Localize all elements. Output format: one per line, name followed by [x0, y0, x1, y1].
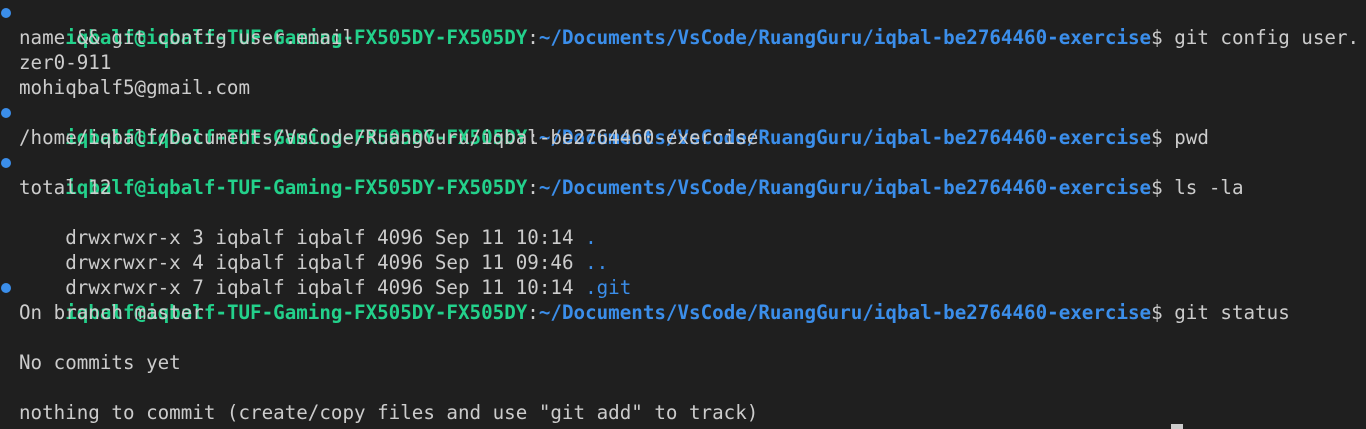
prompt-line: iqbalf@iqbalf-TUF-Gaming-FX505DY-FX505DY… — [19, 275, 1290, 324]
prompt-symbol: $ — [1151, 301, 1163, 324]
prompt-symbol: $ — [1151, 126, 1163, 149]
command-decoration-icon[interactable] — [1, 108, 11, 118]
prompt-symbol: $ — [1151, 26, 1163, 49]
prompt-separator: : — [527, 176, 539, 199]
output-line: mohiqbalf5@gmail.com — [19, 76, 251, 99]
command-text: git status — [1162, 301, 1290, 324]
command-text: ls -la — [1162, 176, 1244, 199]
prompt-separator: : — [527, 301, 539, 324]
prompt-user-host: iqbalf@iqbalf-TUF-Gaming-FX505DY-FX505DY — [65, 176, 528, 199]
command-text: git config user. — [1162, 26, 1360, 49]
command-text-wrapped: name && git config user.email — [19, 26, 355, 49]
command-decoration-icon[interactable] — [1, 283, 11, 293]
prompt-path: ~/Documents/VsCode/RuangGuru/iqbal-be276… — [538, 301, 1152, 324]
command-decoration-icon[interactable] — [1, 158, 11, 168]
command-decoration-icon[interactable] — [1, 8, 11, 18]
output-line: total 12 — [19, 176, 112, 199]
prompt-separator: : — [527, 26, 539, 49]
prompt-line: iqbalf@iqbalf-TUF-Gaming-FX505DY-FX505DY… — [19, 150, 1243, 199]
terminal-cursor — [1171, 424, 1183, 429]
prompt-symbol: $ — [1151, 176, 1163, 199]
output-line: On branch master — [19, 301, 204, 324]
prompt-path: ~/Documents/VsCode/RuangGuru/iqbal-be276… — [538, 176, 1152, 199]
command-text: pwd — [1162, 126, 1209, 149]
prompt-path: ~/Documents/VsCode/RuangGuru/iqbal-be276… — [538, 26, 1152, 49]
output-line: No commits yet — [19, 351, 181, 374]
listing-row: drwxrwxr-x 4 iqbalf iqbalf 4096 Sep 11 0… — [19, 225, 608, 274]
listing-row: drwxrwxr-x 7 iqbalf iqbalf 4096 Sep 11 1… — [19, 250, 631, 299]
prompt-line: iqbalf@iqbalf-TUF-Gaming-FX505DY-FX505DY… — [19, 100, 1209, 149]
output-line: nothing to commit (create/copy files and… — [19, 401, 759, 424]
prompt-line: iqbalf@iqbalf-TUF-Gaming-FX505DY-FX505DY… — [19, 0, 1359, 49]
listing-row: drwxrwxr-x 3 iqbalf iqbalf 4096 Sep 11 1… — [19, 200, 596, 249]
output-line: /home/iqbalf/Documents/VsCode/RuangGuru/… — [19, 126, 759, 149]
output-line: zer0-911 — [19, 51, 112, 74]
terminal-panel[interactable]: iqbalf@iqbalf-TUF-Gaming-FX505DY-FX505DY… — [0, 0, 1366, 429]
